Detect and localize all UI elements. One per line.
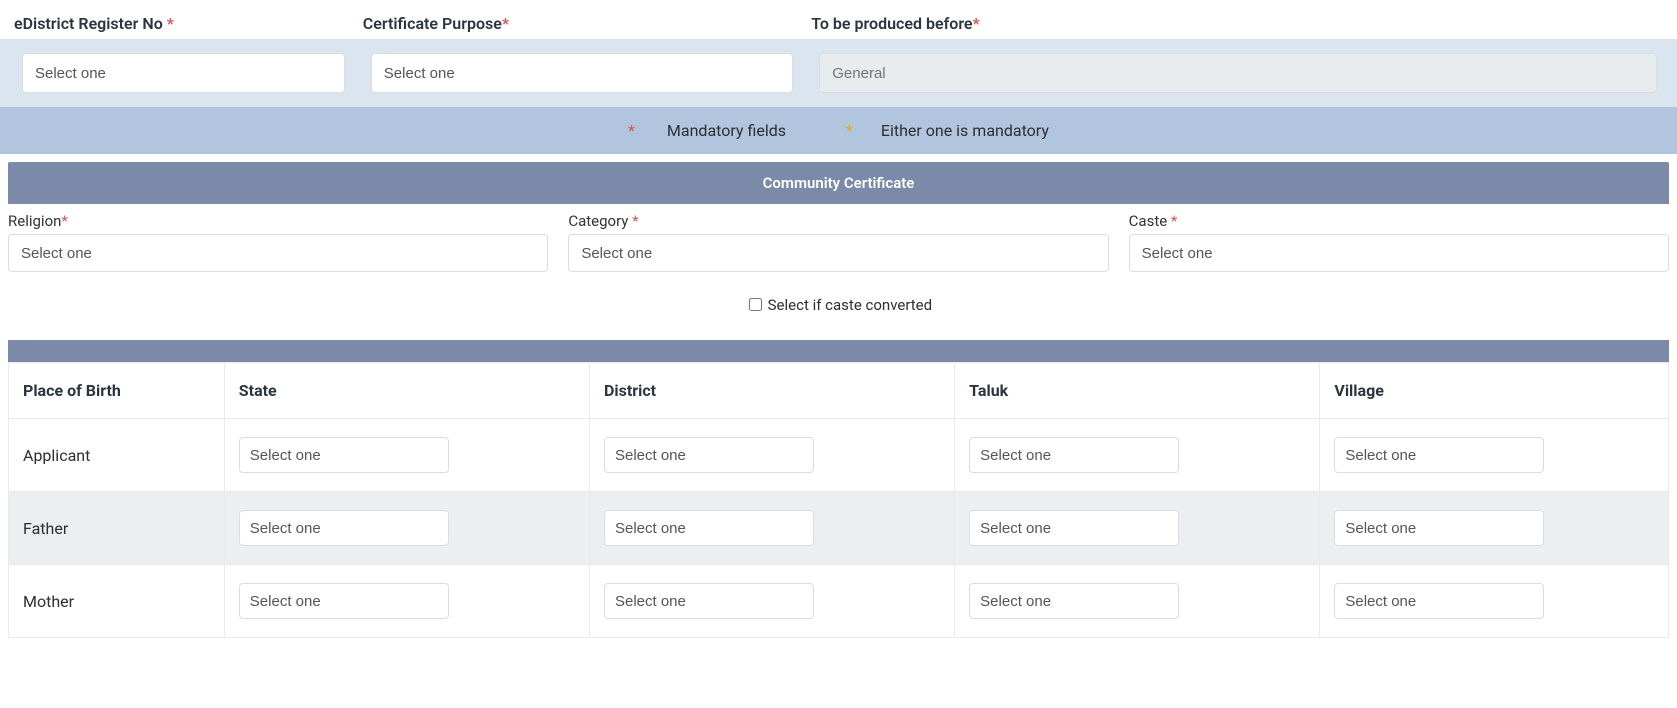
row-label-applicant: Applicant bbox=[9, 419, 225, 492]
mandatory-legend: * Mandatory fields *Either one is mandat… bbox=[0, 107, 1677, 154]
label-register-no: eDistrict Register No * bbox=[8, 0, 357, 39]
mother-taluk-select[interactable]: Select one bbox=[969, 583, 1179, 619]
applicant-state-select[interactable]: Select one bbox=[239, 437, 449, 473]
caste-converted-label: Select if caste converted bbox=[768, 296, 932, 314]
required-icon: * bbox=[167, 14, 174, 33]
religion-select[interactable]: Select one bbox=[8, 234, 548, 272]
birth-hdr-taluk: Taluk bbox=[955, 363, 1320, 419]
register-no-select[interactable]: Select one bbox=[22, 53, 345, 93]
required-icon: * bbox=[61, 212, 67, 230]
label-cert-purpose: Certificate Purpose* bbox=[357, 0, 805, 39]
either-required-icon: * bbox=[846, 121, 853, 140]
label-produced-before: To be produced before* bbox=[805, 0, 1669, 39]
father-taluk-select[interactable]: Select one bbox=[969, 510, 1179, 546]
birth-hdr-state: State bbox=[224, 363, 589, 419]
produced-before-field bbox=[819, 53, 1657, 93]
label-produced-before-text: To be produced before bbox=[811, 14, 972, 33]
applicant-taluk-select[interactable]: Select one bbox=[969, 437, 1179, 473]
label-register-no-text: eDistrict Register No bbox=[14, 14, 167, 33]
table-row: Mother Select one Select one Select one … bbox=[9, 565, 1669, 638]
row-label-mother: Mother bbox=[9, 565, 225, 638]
label-category: Category * bbox=[568, 212, 1108, 230]
required-icon: * bbox=[502, 14, 509, 33]
birth-hdr-district: District bbox=[589, 363, 954, 419]
mother-district-select[interactable]: Select one bbox=[604, 583, 814, 619]
mother-village-select[interactable]: Select one bbox=[1334, 583, 1544, 619]
birth-section-header bbox=[8, 340, 1669, 362]
applicant-village-select[interactable]: Select one bbox=[1334, 437, 1544, 473]
category-select[interactable]: Select one bbox=[568, 234, 1108, 272]
required-icon: * bbox=[628, 121, 635, 140]
required-icon: * bbox=[632, 212, 638, 230]
father-state-select[interactable]: Select one bbox=[239, 510, 449, 546]
community-cert-header: Community Certificate bbox=[8, 162, 1669, 204]
required-icon: * bbox=[1171, 212, 1177, 230]
caste-select[interactable]: Select one bbox=[1129, 234, 1669, 272]
table-row: Applicant Select one Select one Select o… bbox=[9, 419, 1669, 492]
birth-table: Place of Birth State District Taluk Vill… bbox=[8, 362, 1669, 638]
label-caste: Caste * bbox=[1129, 212, 1669, 230]
table-row: Father Select one Select one Select one … bbox=[9, 492, 1669, 565]
cert-purpose-select[interactable]: Select one bbox=[371, 53, 793, 93]
label-cert-purpose-text: Certificate Purpose bbox=[363, 14, 502, 33]
applicant-district-select[interactable]: Select one bbox=[604, 437, 814, 473]
birth-hdr-place: Place of Birth bbox=[9, 363, 225, 419]
caste-converted-checkbox[interactable] bbox=[749, 298, 762, 311]
birth-hdr-village: Village bbox=[1320, 363, 1669, 419]
row-label-father: Father bbox=[9, 492, 225, 565]
father-district-select[interactable]: Select one bbox=[604, 510, 814, 546]
mother-state-select[interactable]: Select one bbox=[239, 583, 449, 619]
required-icon: * bbox=[973, 14, 980, 33]
label-religion: Religion* bbox=[8, 212, 548, 230]
father-village-select[interactable]: Select one bbox=[1334, 510, 1544, 546]
